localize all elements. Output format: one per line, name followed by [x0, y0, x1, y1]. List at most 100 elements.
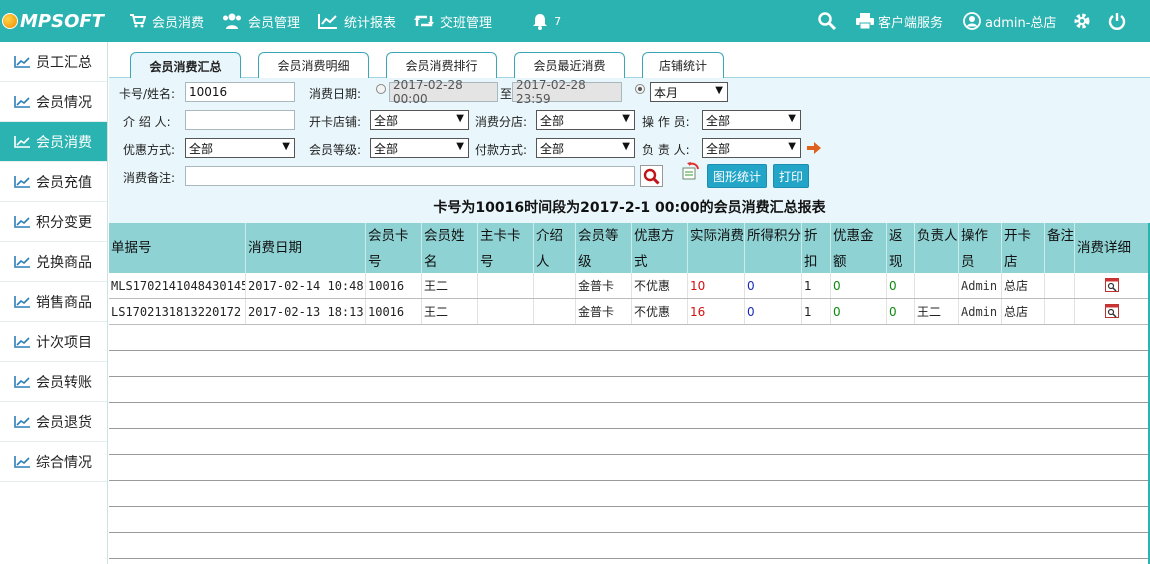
nav-member-consume[interactable]: 会员消费 [130, 0, 204, 42]
sidebar-item-label: 销售商品 [36, 294, 92, 311]
sidebar-item-points-change[interactable]: 积分变更 [0, 202, 107, 242]
detail-view-icon[interactable] [1105, 278, 1119, 292]
operator-select[interactable]: 全部 ▼ [702, 110, 801, 130]
chart-line-icon [14, 415, 30, 428]
empty-row [109, 403, 1148, 429]
sidebar-item-member-transfer[interactable]: 会员转账 [0, 362, 107, 402]
user-circle-icon [963, 12, 981, 30]
sidebar-item-member-status[interactable]: 会员情况 [0, 82, 107, 122]
sidebar-item-member-consume[interactable]: 会员消费 [0, 122, 107, 162]
sidebar-item-member-return[interactable]: 会员退货 [0, 402, 107, 442]
cell-actual: 16 [687, 299, 744, 324]
sidebar-item-member-recharge[interactable]: 会员充值 [0, 162, 107, 202]
search-button[interactable] [818, 0, 836, 42]
cell-discount-amount: 0 [830, 273, 886, 298]
cell-remark [1044, 299, 1074, 324]
level-label: 会员等级: [309, 143, 362, 157]
logout-button[interactable] [1108, 0, 1126, 42]
col-header-store: 开卡店 [1001, 223, 1044, 273]
sidebar-item-label: 积分变更 [36, 214, 92, 231]
chart-line-icon [14, 375, 30, 388]
nav-reports[interactable]: 统计报表 [318, 0, 396, 42]
chart-line-icon [318, 14, 338, 29]
sidebar-item-label: 综合情况 [36, 454, 92, 471]
notification-count: 7 [554, 14, 562, 28]
manager-select[interactable]: 全部 ▼ [702, 138, 801, 158]
period-select[interactable]: 本月 ▼ [650, 82, 728, 102]
col-header-actual: 实际消费 [687, 223, 744, 273]
arrow-right-icon[interactable] [807, 142, 821, 154]
card-input[interactable]: 10016 [185, 82, 295, 102]
logo: MPSOFT [0, 0, 112, 42]
tab-consume-summary[interactable]: 会员消费汇总 [130, 52, 241, 79]
date-range-radio[interactable] [376, 84, 386, 94]
level-select[interactable]: 全部 ▼ [370, 138, 469, 158]
consume-branch-label: 消费分店: [475, 115, 528, 129]
level-value: 全部 [374, 141, 399, 156]
tab-consume-ranking[interactable]: 会员消费排行 [386, 52, 497, 78]
chart-line-icon [14, 135, 30, 148]
sidebar-item-label: 会员退货 [36, 414, 92, 431]
table-row[interactable]: MLS1702141048430145 2017-02-14 10:48 100… [109, 273, 1148, 299]
settings-button[interactable] [1073, 0, 1091, 42]
date-from-input[interactable]: 2017-02-28 00:00 [389, 78, 498, 106]
caret-down-icon: ▼ [788, 113, 796, 124]
referrer-input[interactable] [185, 110, 295, 130]
sidebar-item-overall[interactable]: 综合情况 [0, 442, 107, 482]
logo-ball-icon [2, 13, 18, 29]
nav-notifications[interactable]: 7 [532, 0, 561, 42]
col-header-detail: 消费详细 [1074, 223, 1148, 273]
chart-line-icon [14, 55, 30, 68]
empty-row [109, 325, 1148, 351]
tab-store-stats[interactable]: 店铺统计 [642, 52, 724, 78]
discount-value: 全部 [189, 141, 214, 156]
col-header-level: 会员等级 [575, 223, 631, 273]
discount-select[interactable]: 全部 ▼ [185, 138, 295, 158]
main-content: 会员消费汇总 会员消费明细 会员消费排行 会员最近消费 店铺统计 卡号/姓名: … [109, 42, 1150, 564]
sidebar-item-count-items[interactable]: 计次项目 [0, 322, 107, 362]
date-to-input[interactable]: 2017-02-28 23:59 [512, 78, 622, 106]
caret-down-icon: ▼ [456, 113, 464, 124]
cell-date: 2017-02-14 10:48 [245, 273, 365, 298]
detail-view-icon[interactable] [1105, 304, 1119, 318]
nav-member-manage[interactable]: 会员管理 [222, 0, 300, 42]
chart-stats-button[interactable]: 图形统计 [707, 164, 767, 188]
refresh-icon[interactable] [681, 162, 701, 180]
tab-consume-detail[interactable]: 会员消费明细 [258, 52, 369, 78]
cell-name: 王二 [421, 299, 477, 324]
open-store-label: 开卡店铺: [309, 115, 362, 129]
remark-input[interactable] [185, 166, 635, 186]
cell-points: 0 [744, 299, 801, 324]
period-radio[interactable] [635, 84, 645, 94]
user-menu[interactable]: admin-总店 [963, 0, 1056, 42]
open-store-value: 全部 [374, 113, 399, 128]
sidebar-item-staff-summary[interactable]: 员工汇总 [0, 42, 107, 82]
cell-date: 2017-02-13 18:13 [245, 299, 365, 324]
caret-down-icon: ▼ [282, 141, 290, 152]
manager-label: 负 责 人: [642, 143, 690, 157]
chart-line-icon [14, 455, 30, 468]
cell-operator: Admin [958, 273, 1001, 298]
cell-store: 总店 [1001, 299, 1044, 324]
report-title: 卡号为10016时间段为2017-2-1 00:00的会员消费汇总报表 [433, 200, 826, 216]
payment-select[interactable]: 全部 ▼ [536, 138, 635, 158]
print-button[interactable]: 打印 [773, 164, 809, 188]
caret-down-icon: ▼ [456, 141, 464, 152]
consume-branch-select[interactable]: 全部 ▼ [536, 110, 635, 130]
table-header: 单据号 消费日期 会员卡号 会员姓名 主卡卡号 介绍人 会员等级 优惠方式 实际… [109, 223, 1148, 273]
report-tabs: 会员消费汇总 会员消费明细 会员消费排行 会员最近消费 店铺统计 [109, 42, 1150, 79]
table-row[interactable]: LS1702131813220172 2017-02-13 18:13 1001… [109, 299, 1148, 325]
sidebar-item-sales-goods[interactable]: 销售商品 [0, 282, 107, 322]
col-header-discount: 折扣 [801, 223, 830, 273]
nav-shift[interactable]: 交班管理 [414, 0, 492, 42]
tab-recent-consume[interactable]: 会员最近消费 [514, 52, 625, 78]
sidebar-item-exchange-goods[interactable]: 兑换商品 [0, 242, 107, 282]
cell-discount-mode: 不优惠 [631, 299, 687, 324]
cart-icon [130, 14, 146, 28]
chart-line-icon [14, 215, 30, 228]
client-service-link[interactable]: 客户端服务 [856, 0, 943, 42]
power-icon [1108, 13, 1126, 30]
cell-manager [914, 273, 958, 298]
search-button[interactable] [640, 165, 663, 187]
open-store-select[interactable]: 全部 ▼ [370, 110, 469, 130]
